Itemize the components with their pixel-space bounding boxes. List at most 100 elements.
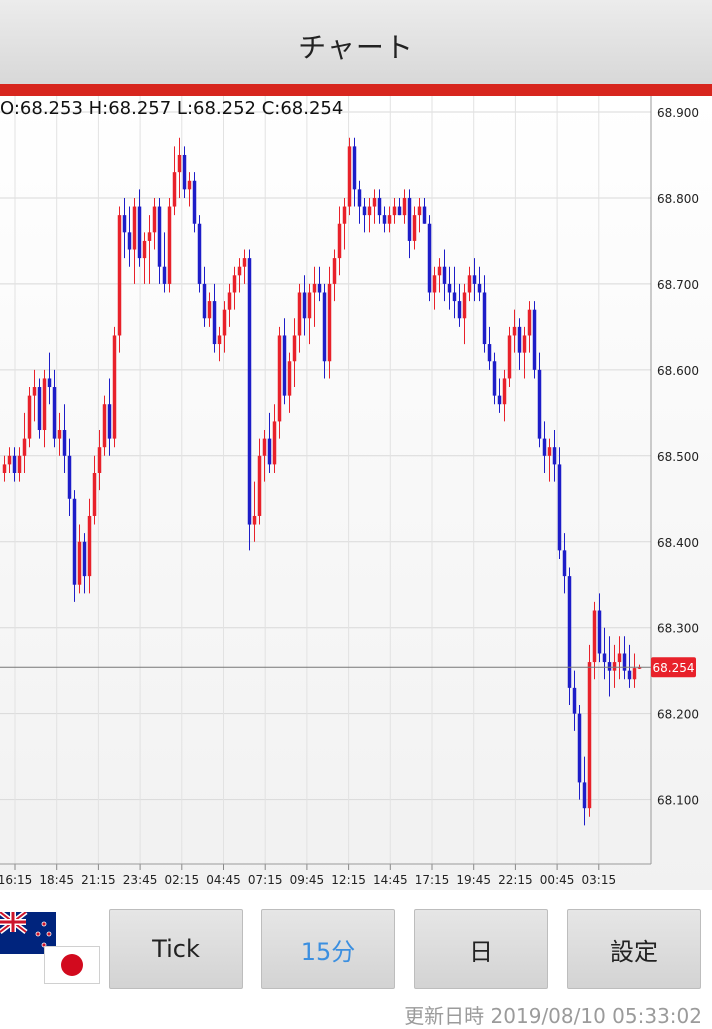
- candle-body: [112, 335, 117, 439]
- candle-body: [512, 326, 517, 336]
- candle-body: [342, 206, 347, 224]
- candlestick-chart[interactable]: 68.900 68.800 68.700 68.600 68.500 68.400 68.3…: [0, 96, 712, 890]
- settings-button[interactable]: 設定: [567, 909, 701, 989]
- candle-body: [402, 197, 407, 216]
- candle-body: [242, 258, 247, 267]
- candle-body: [237, 266, 242, 276]
- candle-body: [337, 223, 342, 259]
- japan-flag-icon: [44, 946, 100, 984]
- candle-body: [497, 395, 502, 405]
- x-tick-label: 16:15: [0, 873, 32, 887]
- candle-body: [307, 292, 312, 319]
- candle-body: [217, 335, 222, 345]
- candle-body: [507, 335, 512, 379]
- candle-body: [47, 378, 52, 388]
- candle-body: [442, 266, 447, 284]
- tick-button[interactable]: Tick: [109, 909, 243, 989]
- x-tick-label: 18:45: [39, 873, 74, 887]
- header-accent-bar: [0, 84, 712, 96]
- candle-body: [617, 653, 622, 663]
- candle-body: [547, 447, 552, 456]
- y-tick-label: 68.200: [657, 708, 699, 722]
- updated-timestamp: 更新日時 2019/08/10 05:33:02: [404, 1004, 702, 1028]
- candle-body: [277, 335, 282, 422]
- app-header: チャート: [0, 0, 712, 84]
- candle-body: [267, 438, 272, 465]
- candle-body: [432, 275, 437, 293]
- 15min-button[interactable]: 15分: [261, 909, 395, 989]
- candle-body: [287, 361, 292, 396]
- candle-body: [382, 215, 387, 224]
- y-tick-label: 68.600: [657, 364, 699, 378]
- candle-body: [522, 335, 527, 353]
- candle-body: [162, 266, 167, 284]
- daily-button[interactable]: 日: [414, 909, 548, 989]
- candle-body: [127, 232, 132, 250]
- candle-body: [377, 197, 382, 216]
- candle-body: [427, 223, 432, 293]
- x-tick-label: 21:15: [81, 873, 116, 887]
- candle-body: [537, 369, 542, 439]
- candle-body: [542, 438, 547, 456]
- x-tick-label: 04:45: [206, 873, 241, 887]
- x-tick-label: 23:45: [123, 873, 158, 887]
- candle-body: [452, 292, 457, 302]
- candle-body: [52, 387, 57, 439]
- candle-body: [147, 232, 152, 241]
- candle-body: [412, 215, 417, 241]
- candle-body: [197, 223, 202, 284]
- candle-body: [482, 292, 487, 345]
- candle-body: [272, 421, 277, 465]
- candle-body: [187, 180, 192, 190]
- y-tick-label: 68.700: [657, 278, 699, 292]
- candle-body: [577, 713, 582, 783]
- candle-body: [247, 258, 252, 525]
- candle-body: [27, 395, 32, 439]
- y-tick-label: 68.500: [657, 450, 699, 464]
- candle-body: [292, 335, 297, 362]
- page-title: チャート: [298, 31, 414, 64]
- candle-body: [612, 662, 617, 671]
- candle-body: [322, 292, 327, 362]
- candle-body: [437, 266, 442, 276]
- candle-body: [332, 258, 337, 284]
- x-tick-label: 03:15: [582, 873, 617, 887]
- candle-body: [527, 309, 532, 336]
- candle-body: [37, 387, 42, 431]
- candle-body: [207, 301, 212, 319]
- candle-body: [7, 455, 12, 465]
- candle-body: [257, 455, 262, 516]
- y-tick-label: 68.400: [657, 536, 699, 550]
- candle-body: [212, 301, 217, 345]
- candle-body: [532, 309, 537, 370]
- candle-body: [22, 438, 27, 456]
- candle-body: [117, 215, 122, 336]
- candle-body: [72, 498, 77, 585]
- current-price-label: 68.254: [653, 661, 695, 675]
- candle-body: [12, 455, 17, 473]
- candle-body: [597, 610, 602, 654]
- candle-body: [387, 215, 392, 224]
- candle-body: [502, 378, 507, 405]
- candle-body: [192, 180, 197, 224]
- x-tick-label: 17:15: [415, 873, 450, 887]
- candle-body: [462, 292, 467, 319]
- candle-body: [262, 438, 267, 456]
- candle-body: [172, 172, 177, 207]
- candle-body: [492, 361, 497, 396]
- candle-body: [472, 275, 477, 284]
- candle-body: [177, 154, 182, 173]
- candle-body: [32, 387, 37, 396]
- candle-body: [132, 206, 137, 250]
- candle-body: [282, 335, 287, 396]
- candle-body: [107, 404, 112, 439]
- candle-body: [327, 283, 332, 362]
- candle-body: [167, 206, 172, 284]
- candle-body: [362, 206, 367, 216]
- candle-body: [182, 154, 187, 190]
- candle-body: [57, 430, 62, 439]
- chart-area[interactable]: 68.900 68.800 68.700 68.600 68.500 68.400 68.3…: [0, 96, 712, 890]
- candle-body: [97, 447, 102, 473]
- candle-body: [347, 146, 352, 207]
- candle-body: [252, 515, 257, 525]
